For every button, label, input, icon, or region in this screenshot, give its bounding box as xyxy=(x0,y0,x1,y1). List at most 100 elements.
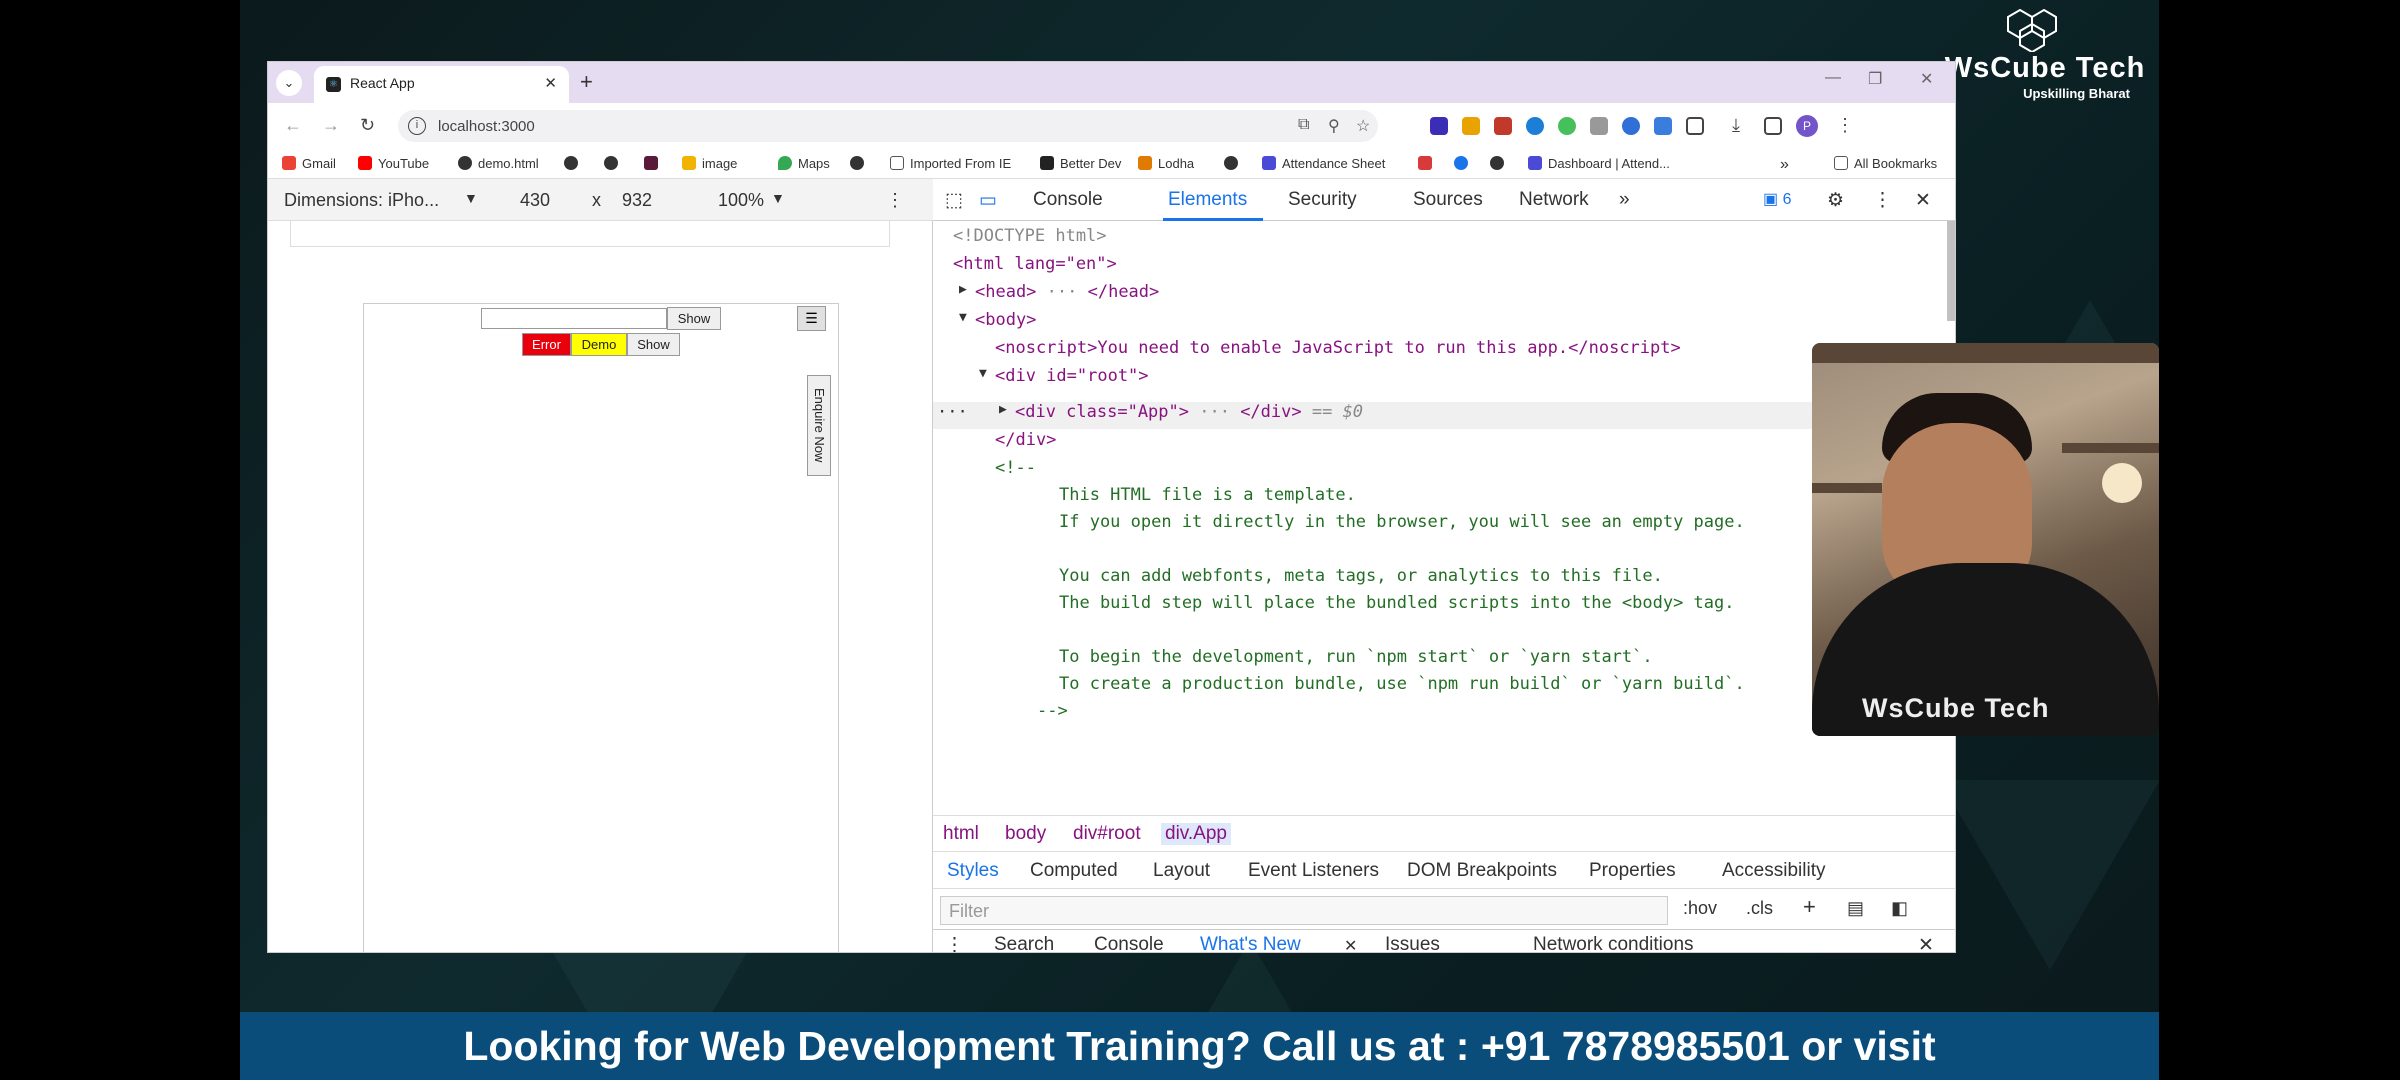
error-button[interactable]: Error xyxy=(522,333,571,356)
install-app-icon[interactable]: ⧉ xyxy=(1298,116,1309,134)
forward-icon[interactable]: → xyxy=(322,115,340,136)
reload-icon[interactable]: ↻ xyxy=(360,115,375,136)
tab-search-chevron-icon[interactable]: ⌄ xyxy=(276,70,302,96)
expand-arrow-icon[interactable]: ▶ xyxy=(999,402,1007,417)
bookmark-dashboard[interactable]: Dashboard | Attend... xyxy=(1528,156,1670,171)
bookmark-globe[interactable] xyxy=(564,156,584,171)
close-drawer-icon[interactable]: ✕ xyxy=(1918,934,1934,952)
extension-icon[interactable] xyxy=(1430,117,1448,135)
zoom-icon[interactable]: ⚲ xyxy=(1328,116,1340,136)
tab-sources[interactable]: Sources xyxy=(1413,189,1483,211)
row-ellipsis-icon[interactable]: ··· xyxy=(937,402,968,422)
settings-gear-icon[interactable]: ⚙ xyxy=(1827,189,1844,212)
close-tab-icon[interactable]: ✕ xyxy=(544,74,557,92)
dom-head[interactable]: <head> ··· </head> xyxy=(975,282,1159,302)
dom-root-close[interactable]: </div> xyxy=(995,430,1056,450)
styles-filter-input[interactable]: Filter xyxy=(940,896,1668,925)
demo-button[interactable]: Demo xyxy=(571,333,627,356)
menu-kebab-icon[interactable]: ⋮ xyxy=(1836,115,1854,136)
bookmark-gmail[interactable]: Gmail xyxy=(282,156,336,171)
text-input[interactable] xyxy=(481,308,667,329)
bookmark-folder-ie[interactable]: Imported From IE xyxy=(890,156,1011,171)
extension-icon[interactable] xyxy=(1590,117,1608,135)
bookmark-demo[interactable]: demo.html xyxy=(458,156,539,171)
bookmark-globe[interactable] xyxy=(1490,156,1510,171)
tab-accessibility[interactable]: Accessibility xyxy=(1722,860,1825,882)
bookmark-image[interactable]: image xyxy=(682,156,737,171)
side-panel-icon[interactable] xyxy=(1764,117,1782,135)
device-dimensions-select[interactable]: Dimensions: iPho... xyxy=(284,190,439,211)
bookmark-misc[interactable] xyxy=(1418,156,1438,171)
extension-icon[interactable] xyxy=(1558,117,1576,135)
bookmark-maps[interactable]: Maps xyxy=(778,156,830,171)
drawer-tab-whats-new[interactable]: What's New xyxy=(1200,934,1301,952)
enquire-now-button[interactable]: Enquire Now xyxy=(807,375,831,476)
breadcrumb-root[interactable]: div#root xyxy=(1073,823,1141,845)
breadcrumb-app[interactable]: div.App xyxy=(1161,823,1231,845)
minimize-icon[interactable]: — xyxy=(1825,69,1841,87)
chevron-down-icon[interactable]: ▼ xyxy=(464,190,478,206)
tab-properties[interactable]: Properties xyxy=(1589,860,1676,882)
chevron-down-icon[interactable]: ▼ xyxy=(771,190,785,206)
drawer-tab-network-conditions[interactable]: Network conditions xyxy=(1533,934,1694,952)
extension-icon[interactable] xyxy=(1526,117,1544,135)
browser-tab[interactable]: ⚛ React App ✕ xyxy=(314,66,569,103)
bookmark-youtube[interactable]: YouTube xyxy=(358,156,429,171)
dom-body[interactable]: <body> xyxy=(975,310,1036,330)
profile-avatar[interactable]: P xyxy=(1796,115,1818,137)
tab-security[interactable]: Security xyxy=(1288,189,1357,211)
tab-styles[interactable]: Styles xyxy=(947,860,999,882)
dom-noscript[interactable]: <noscript>You need to enable JavaScript … xyxy=(995,338,1681,358)
dom-doctype[interactable]: <!DOCTYPE html> xyxy=(953,226,1107,246)
issues-icon[interactable]: ▣ 6 xyxy=(1763,189,1791,209)
drawer-tab-search[interactable]: Search xyxy=(994,934,1054,952)
bookmark-globe[interactable] xyxy=(604,156,624,171)
bookmark-globe[interactable] xyxy=(850,156,870,171)
dom-scrollbar[interactable] xyxy=(1947,221,1955,321)
bookmark-globe[interactable] xyxy=(1224,156,1244,171)
inspect-element-icon[interactable]: ⬚ xyxy=(945,189,963,212)
tab-computed[interactable]: Computed xyxy=(1030,860,1118,882)
dom-app[interactable]: <div class="App"> ··· </div> == $0 xyxy=(1015,402,1363,422)
back-icon[interactable]: ← xyxy=(284,115,302,136)
tab-elements[interactable]: Elements xyxy=(1168,189,1247,211)
bookmark-lodha[interactable]: Lodha xyxy=(1138,156,1194,171)
breadcrumb-body[interactable]: body xyxy=(1005,823,1046,845)
extension-icon[interactable] xyxy=(1462,117,1480,135)
new-rule-plus-icon[interactable]: + xyxy=(1803,894,1816,920)
toggle-device-icon[interactable]: ▭ xyxy=(979,189,997,212)
expand-arrow-icon[interactable]: ▶ xyxy=(959,282,967,297)
drawer-menu-icon[interactable]: ⋮ xyxy=(945,934,964,952)
extensions-puzzle-icon[interactable] xyxy=(1686,117,1704,135)
new-tab-button[interactable]: + xyxy=(580,69,593,95)
bookmark-better-dev[interactable]: Better Dev xyxy=(1040,156,1121,171)
extension-icon[interactable] xyxy=(1654,117,1672,135)
devtools-menu-icon[interactable]: ⋮ xyxy=(1873,189,1892,212)
more-tabs-icon[interactable]: » xyxy=(1619,189,1630,211)
site-info-icon[interactable]: i xyxy=(408,117,426,135)
bookmarks-overflow-icon[interactable]: » xyxy=(1780,156,1789,174)
dom-comment-open[interactable]: <!-- xyxy=(995,458,1036,478)
toggle-sidebar-icon[interactable]: ◧ xyxy=(1891,898,1908,919)
tab-event-listeners[interactable]: Event Listeners xyxy=(1248,860,1379,882)
bookmark-attendance[interactable]: Attendance Sheet xyxy=(1262,156,1385,171)
hamburger-menu-icon[interactable]: ☰ xyxy=(797,306,826,331)
close-window-icon[interactable]: ✕ xyxy=(1920,69,1933,89)
show-button-2[interactable]: Show xyxy=(627,333,680,356)
bookmark-go[interactable] xyxy=(644,156,664,171)
breadcrumb-html[interactable]: html xyxy=(943,823,979,845)
dom-html[interactable]: <html lang="en"> xyxy=(953,254,1117,274)
tab-network[interactable]: Network xyxy=(1519,189,1589,211)
all-bookmarks[interactable]: All Bookmarks xyxy=(1834,156,1937,171)
collapse-arrow-icon[interactable]: ▼ xyxy=(979,366,987,381)
zoom-select[interactable]: 100% xyxy=(718,190,764,211)
paint-brush-icon[interactable]: ▤ xyxy=(1847,898,1864,919)
extension-icon[interactable] xyxy=(1622,117,1640,135)
tab-console[interactable]: Console xyxy=(1033,189,1103,211)
restore-icon[interactable]: ❐ xyxy=(1868,69,1882,89)
hover-state-toggle[interactable]: :hov xyxy=(1683,898,1717,919)
show-button[interactable]: Show xyxy=(667,307,721,330)
collapse-arrow-icon[interactable]: ▼ xyxy=(959,310,967,325)
device-height-input[interactable]: 932 xyxy=(622,190,652,211)
device-toolbar-menu-icon[interactable]: ⋮ xyxy=(886,190,904,211)
